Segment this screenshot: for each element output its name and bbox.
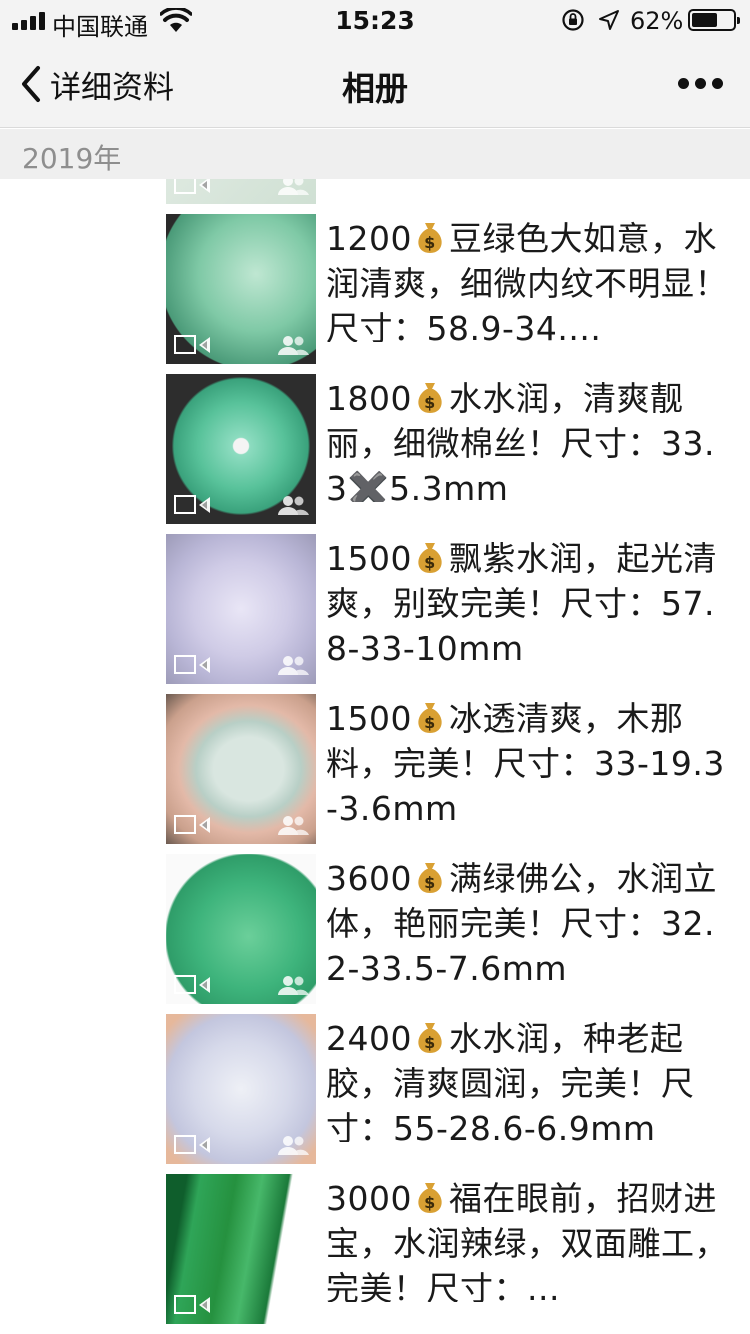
post-caption[interactable]: 1500 $ 冰透清爽，木那料，完美！尺寸：33-19.3-3.6mm [326, 696, 736, 822]
album-post[interactable]: 3600 $ 满绿佛公，水润立体，艳丽完美！尺寸：32.2-33.5-7.6mm [0, 854, 750, 1004]
visibility-group-icon [276, 1294, 310, 1316]
post-video-thumbnail[interactable] [166, 374, 316, 524]
post-video-thumbnail[interactable] [166, 854, 316, 1004]
video-camera-icon [174, 814, 212, 836]
album-post[interactable]: 1500 $ 飘紫水润，起光清爽，别致完美！尺寸：57.8-33-10mm [0, 534, 750, 684]
back-button[interactable]: 详细资料 [16, 60, 174, 108]
album-post-list[interactable]: 1200 $ 豆绿色大如意，水润清爽，细微内纹不明显！尺寸：58.9-34.... 1… [0, 179, 750, 1334]
post-caption[interactable]: 1800 $ 水水润，清爽靓丽，细微棉丝！尺寸：33.3✖️5.3mm [326, 376, 736, 502]
post-caption[interactable]: 1500 $ 飘紫水润，起光清爽，别致完美！尺寸：57.8-33-10mm [326, 536, 736, 662]
money-bag-icon: $ [413, 699, 447, 735]
post-video-thumbnail[interactable] [166, 179, 316, 204]
video-camera-icon [174, 654, 212, 676]
visibility-group-icon [276, 334, 310, 356]
money-bag-icon: $ [413, 379, 447, 415]
post-caption[interactable]: 3000 $ 福在眼前，招财进宝，水润辣绿，双面雕工，完美！尺寸：... [326, 1176, 736, 1302]
visibility-group-icon [276, 1134, 310, 1156]
video-camera-icon [174, 334, 212, 356]
video-camera-icon [174, 1294, 212, 1316]
video-camera-icon [174, 494, 212, 516]
money-bag-icon: $ [413, 219, 447, 255]
back-button-label: 详细资料 [50, 69, 174, 106]
album-post[interactable]: 1200 $ 豆绿色大如意，水润清爽，细微内纹不明显！尺寸：58.9-34.... [0, 214, 750, 364]
album-post[interactable]: 1800 $ 水水润，清爽靓丽，细微棉丝！尺寸：33.3✖️5.3mm [0, 374, 750, 524]
post-price: 3000 [326, 1179, 412, 1218]
visibility-group-icon [276, 974, 310, 996]
battery-percent: 62% [630, 7, 684, 35]
post-video-thumbnail[interactable] [166, 694, 316, 844]
money-bag-icon: $ [413, 1019, 447, 1055]
post-caption[interactable] [326, 179, 736, 182]
battery-icon [688, 9, 740, 31]
year-label: 2019年 [22, 142, 122, 175]
post-price: 1500 [326, 539, 412, 578]
svg-text:$: $ [424, 873, 436, 892]
location-arrow-icon [599, 10, 619, 30]
post-price: 1500 [326, 699, 412, 738]
svg-text:$: $ [424, 1193, 436, 1212]
album-post[interactable]: 2400 $ 水水润，种老起胶，清爽圆润，完美！尺寸：55-28.6-6.9mm [0, 1014, 750, 1164]
status-bar: 中国联通 15:23 62% [0, 0, 750, 41]
svg-text:$: $ [424, 553, 436, 572]
money-bag-icon: $ [413, 859, 447, 895]
more-options-button[interactable] [672, 70, 728, 98]
chevron-left-icon [22, 66, 40, 102]
post-caption[interactable]: 3600 $ 满绿佛公，水润立体，艳丽完美！尺寸：32.2-33.5-7.6mm [326, 856, 736, 982]
post-price: 3600 [326, 859, 412, 898]
post-caption[interactable]: 1200 $ 豆绿色大如意，水润清爽，细微内纹不明显！尺寸：58.9-34.... [326, 216, 736, 342]
video-camera-icon [174, 974, 212, 996]
post-caption[interactable]: 2400 $ 水水润，种老起胶，清爽圆润，完美！尺寸：55-28.6-6.9mm [326, 1016, 736, 1142]
album-post[interactable]: 3000 $ 福在眼前，招财进宝，水润辣绿，双面雕工，完美！尺寸：... [0, 1174, 750, 1324]
orientation-lock-icon [562, 9, 584, 31]
post-video-thumbnail[interactable] [166, 534, 316, 684]
video-camera-icon [174, 1134, 212, 1156]
post-price: 1200 [326, 219, 412, 258]
visibility-group-icon [276, 654, 310, 676]
visibility-group-icon [276, 814, 310, 836]
svg-text:$: $ [424, 233, 436, 252]
album-post[interactable] [0, 179, 750, 204]
post-price: 2400 [326, 1019, 412, 1058]
money-bag-icon: $ [413, 539, 447, 575]
post-video-thumbnail[interactable] [166, 1174, 316, 1324]
post-price: 1800 [326, 379, 412, 418]
year-section-header: 2019年 [0, 129, 750, 179]
money-bag-icon: $ [413, 1179, 447, 1215]
svg-text:$: $ [424, 1033, 436, 1052]
video-camera-icon [174, 179, 212, 196]
visibility-group-icon [276, 179, 310, 196]
navigation-bar: 详细资料 相册 [0, 40, 750, 128]
visibility-group-icon [276, 494, 310, 516]
album-post[interactable]: 1500 $ 冰透清爽，木那料，完美！尺寸：33-19.3-3.6mm [0, 694, 750, 844]
post-video-thumbnail[interactable] [166, 214, 316, 364]
post-video-thumbnail[interactable] [166, 1014, 316, 1164]
svg-text:$: $ [424, 713, 436, 732]
svg-text:$: $ [424, 393, 436, 412]
